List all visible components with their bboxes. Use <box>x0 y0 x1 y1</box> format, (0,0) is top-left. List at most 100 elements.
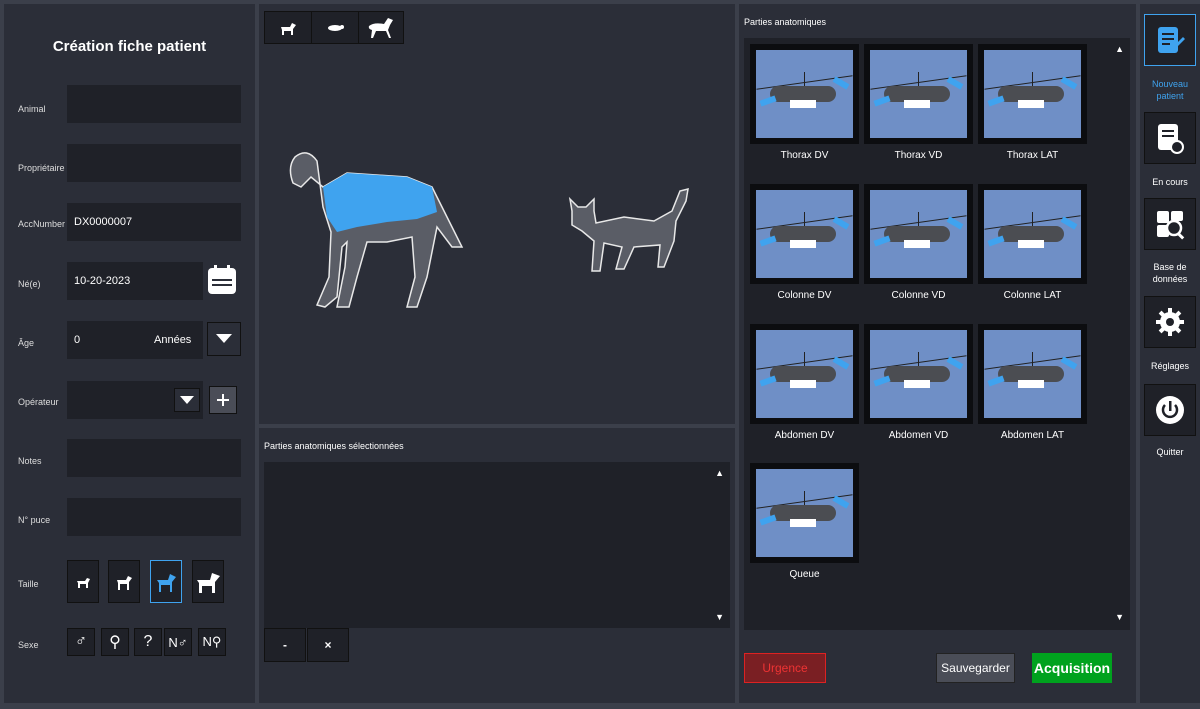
part-label: Colonne DV <box>777 290 832 301</box>
sex-male-button[interactable]: ♂ <box>67 628 95 656</box>
label-size: Taille <box>18 579 39 589</box>
part-thumbnail[interactable] <box>978 44 1087 144</box>
settings-button[interactable] <box>1144 296 1196 348</box>
calendar-icon <box>208 265 236 294</box>
label-owner: Propriétaire <box>18 163 65 173</box>
size-xs-button[interactable] <box>67 560 99 603</box>
database-label: Base de données <box>1152 262 1188 284</box>
part-image <box>984 50 1081 138</box>
age-unit-dropdown[interactable] <box>207 322 241 356</box>
owner-field[interactable] <box>67 144 241 182</box>
animal-field[interactable] <box>67 85 241 123</box>
operator-dropdown[interactable] <box>174 388 200 412</box>
part-label: Abdomen DV <box>774 430 835 441</box>
part-label: Abdomen VD <box>888 430 949 441</box>
part-thumbnail[interactable] <box>750 44 859 144</box>
chevron-down-icon <box>216 334 232 343</box>
part-image <box>756 50 853 138</box>
part-thumbnail[interactable] <box>864 324 973 424</box>
part-thumbnail[interactable] <box>750 324 859 424</box>
size-l-button[interactable] <box>192 560 224 603</box>
ongoing-label: En cours <box>1152 177 1188 187</box>
document-clock-icon <box>1158 124 1184 154</box>
database-button[interactable] <box>1144 198 1196 250</box>
label-animal: Animal <box>18 104 46 114</box>
calendar-button[interactable] <box>203 262 241 300</box>
part-label: Queue <box>789 569 820 580</box>
quit-button[interactable] <box>1144 384 1196 436</box>
patient-form-panel: Création fiche patient Animal Propriétai… <box>4 4 255 703</box>
new-patient-button[interactable] <box>1144 14 1196 66</box>
sex-female-button[interactable]: ⚲ <box>101 628 129 656</box>
size-s-button[interactable] <box>108 560 140 603</box>
anatomy-parts-title: Parties anatomiques <box>744 17 827 27</box>
scroll-down-arrow[interactable]: ▼ <box>1115 612 1124 622</box>
label-born: Né(e) <box>18 279 41 289</box>
label-sex: Sexe <box>18 640 39 650</box>
new-patient-label: Nouveau patient <box>1151 79 1189 101</box>
selected-parts-title: Parties anatomiques sélectionnées <box>264 441 404 451</box>
edit-form-icon <box>1158 27 1185 53</box>
part-label: Colonne VD <box>891 290 946 301</box>
part-thumbnail[interactable] <box>978 184 1087 284</box>
quit-label: Quitter <box>1156 447 1184 457</box>
part-image <box>756 330 853 418</box>
scroll-up-arrow[interactable]: ▲ <box>1115 44 1124 54</box>
part-image <box>756 469 853 557</box>
sex-neutered-female-button[interactable]: N⚲ <box>198 628 226 656</box>
search-database-icon <box>1157 211 1185 240</box>
part-image <box>756 190 853 278</box>
dog-xlarge-icon <box>197 572 220 593</box>
selected-parts-list[interactable]: ▲ ▼ <box>264 462 730 628</box>
sex-neutered-male-button[interactable]: N♂ <box>164 628 192 656</box>
chip-field[interactable] <box>67 498 241 536</box>
part-thumbnail[interactable] <box>864 44 973 144</box>
birthdate-value: 10-20-2023 <box>74 275 131 287</box>
remove-part-button[interactable]: - <box>264 628 306 662</box>
nav-rail: Nouveau patient En cours Base de données… <box>1140 4 1200 703</box>
power-icon <box>1156 396 1184 424</box>
cat-anatomy-figure[interactable] <box>564 181 692 277</box>
save-button[interactable]: Sauvegarder <box>936 653 1015 683</box>
acquisition-button[interactable]: Acquisition <box>1032 653 1112 683</box>
horse-icon <box>368 17 393 38</box>
part-label: Thorax DV <box>780 150 829 161</box>
part-label: Abdomen LAT <box>1000 430 1065 441</box>
part-image <box>870 50 967 138</box>
sex-unknown-button[interactable]: ? <box>134 628 162 656</box>
label-operator: Opérateur <box>18 397 59 407</box>
part-label: Thorax VD <box>894 150 943 161</box>
plus-icon <box>217 394 229 406</box>
dog-medium-icon <box>117 575 132 590</box>
selected-parts-panel: Parties anatomiques sélectionnées ▲ ▼ - … <box>259 428 735 703</box>
part-thumbnail[interactable] <box>750 184 859 284</box>
birthdate-field[interactable]: 10-20-2023 <box>67 262 241 300</box>
notes-field[interactable] <box>67 439 241 477</box>
label-accnumber: AccNumber <box>18 219 66 229</box>
ongoing-button[interactable] <box>1144 112 1196 164</box>
gear-icon <box>1156 308 1184 336</box>
part-image <box>984 190 1081 278</box>
part-thumbnail[interactable] <box>750 463 859 563</box>
species-turtle-button[interactable] <box>311 11 359 44</box>
part-image <box>870 190 967 278</box>
chevron-down-icon <box>180 395 194 404</box>
size-m-button[interactable] <box>150 560 182 603</box>
form-title: Création fiche patient <box>52 38 207 55</box>
urgence-button[interactable]: Urgence <box>744 653 826 683</box>
dog-anatomy-figure[interactable] <box>287 147 467 312</box>
clear-parts-button[interactable]: × <box>307 628 349 662</box>
species-panel <box>259 4 735 424</box>
species-dog-button[interactable] <box>264 11 312 44</box>
scroll-down-arrow[interactable]: ▼ <box>715 612 724 622</box>
species-horse-button[interactable] <box>358 11 404 44</box>
scroll-up-arrow[interactable]: ▲ <box>715 468 724 478</box>
part-thumbnail[interactable] <box>864 184 973 284</box>
label-chip: N° puce <box>18 515 51 525</box>
accnumber-field[interactable]: DX0000007 <box>67 203 241 241</box>
label-age: Âge <box>18 338 35 348</box>
part-thumbnail[interactable] <box>978 324 1087 424</box>
add-operator-button[interactable] <box>209 386 237 414</box>
part-image <box>870 330 967 418</box>
dog-small-icon <box>77 577 90 588</box>
